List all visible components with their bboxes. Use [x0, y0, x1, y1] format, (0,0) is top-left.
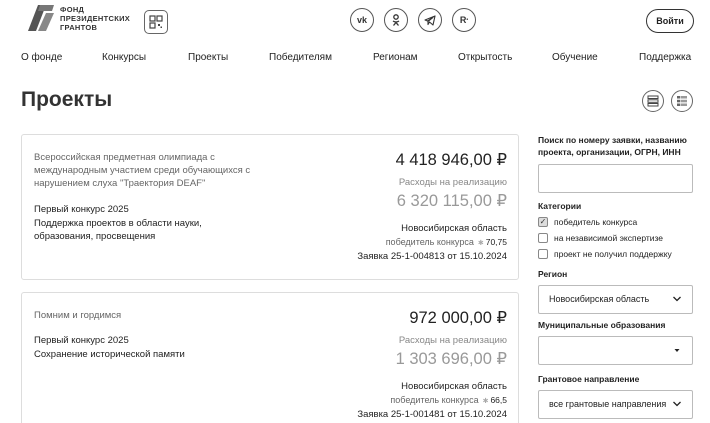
nav-item-winners[interactable]: Победителям: [269, 52, 332, 63]
nav-item-regions[interactable]: Регионам: [373, 52, 418, 63]
qr-code-icon: [149, 15, 163, 29]
qr-code-button[interactable]: [144, 10, 168, 34]
expenses-amount: 6 320 115,00 ₽: [396, 192, 507, 210]
logo-mark-icon: [26, 3, 56, 33]
nav-item-projects[interactable]: Проекты: [188, 52, 228, 63]
search-label: Поиск по номеру заявки, названию проекта…: [538, 135, 687, 157]
project-score: 70,75: [485, 237, 507, 247]
category-label: на независимой экспертизе: [554, 233, 664, 243]
star-icon: ✱: [482, 398, 489, 405]
site-header: ФОНД ПРЕЗИДЕНТСКИХ ГРАНТОВ vk R • Войти: [0, 0, 710, 44]
project-card[interactable]: Всероссийская предметная олимпиада с меж…: [21, 134, 519, 280]
nav-item-openness[interactable]: Открытость: [458, 52, 512, 63]
rutube-icon[interactable]: R •: [452, 8, 476, 32]
category-label: проект не получил поддержку: [554, 249, 672, 259]
grid-view-button[interactable]: [671, 90, 693, 112]
nav-item-about[interactable]: О фонде: [21, 52, 62, 63]
grid-view-icon: [677, 96, 687, 106]
list-view-button[interactable]: [642, 90, 664, 112]
project-direction: Сохранение исторической памяти: [34, 349, 185, 360]
project-status: победитель конкурса ✱ 70,75: [386, 237, 507, 247]
logo-line-1: ФОНД: [60, 4, 85, 14]
status-text: победитель конкурса: [385, 237, 474, 247]
project-grant-amount: 972 000,00 ₽: [409, 309, 507, 327]
checkbox-checked-icon[interactable]: ✓: [538, 217, 548, 227]
project-title[interactable]: Помним и гордимся: [34, 309, 274, 322]
expenses-label: Расходы на реализацию: [398, 177, 507, 188]
logo-line-3: ГРАНТОВ: [60, 22, 98, 32]
project-region: Новосибирская область: [401, 381, 507, 392]
site-logo[interactable]: ФОНД ПРЕЗИДЕНТСКИХ ГРАНТОВ: [26, 3, 140, 33]
chevron-down-icon: [673, 401, 681, 407]
nav-item-learning[interactable]: Обучение: [552, 52, 598, 63]
telegram-icon[interactable]: [418, 8, 442, 32]
odnoklassniki-icon[interactable]: [384, 8, 408, 32]
main-nav: О фонде Конкурсы Проекты Победителям Рег…: [0, 52, 710, 66]
category-expertise[interactable]: на независимой экспертизе: [538, 233, 663, 243]
categories-label: Категории: [538, 201, 582, 211]
vk-icon[interactable]: vk: [350, 8, 374, 32]
category-winner[interactable]: ✓ победитель конкурса: [538, 217, 637, 227]
project-score: 66,5: [490, 395, 507, 405]
region-label: Регион: [538, 269, 568, 279]
list-view-icon: [647, 95, 659, 107]
project-grant-amount: 4 418 946,00 ₽: [395, 151, 507, 169]
application-number: Заявка 25-1-001481 от 15.10.2024: [357, 409, 507, 420]
project-title[interactable]: Всероссийская предметная олимпиада с меж…: [34, 151, 274, 190]
region-select-value: Новосибирская область: [549, 294, 650, 304]
caret-down-icon: [674, 349, 680, 352]
project-status: победитель конкурса ✱ 66,5: [390, 395, 507, 405]
checkbox-icon[interactable]: [538, 249, 548, 259]
status-text: победитель конкурса: [390, 395, 479, 405]
municipal-label: Муниципальные образования: [538, 320, 666, 330]
project-card[interactable]: Помним и гордимся Первый конкурс 2025 Со…: [21, 292, 519, 423]
municipal-select[interactable]: [538, 336, 693, 365]
social-links: vk R •: [350, 8, 476, 32]
project-region: Новосибирская область: [401, 223, 507, 234]
project-contest: Первый конкурс 2025: [34, 335, 129, 346]
region-select[interactable]: Новосибирская область: [538, 285, 693, 314]
search-input[interactable]: [538, 164, 693, 193]
project-direction: Поддержка проектов в области науки, обра…: [34, 218, 202, 242]
page-title: Проекты: [21, 88, 113, 111]
nav-item-contests[interactable]: Конкурсы: [102, 52, 146, 63]
grant-direction-select[interactable]: все грантовые направления: [538, 390, 693, 419]
expenses-amount: 1 303 696,00 ₽: [395, 350, 507, 368]
checkbox-icon[interactable]: [538, 233, 548, 243]
grant-direction-label: Грантовое направление: [538, 374, 640, 384]
project-contest: Первый конкурс 2025: [34, 204, 129, 215]
category-label: победитель конкурса: [554, 217, 638, 227]
logo-line-2: ПРЕЗИДЕНТСКИХ: [60, 13, 131, 23]
expenses-label: Расходы на реализацию: [398, 335, 507, 346]
category-not-supported[interactable]: проект не получил поддержку: [538, 249, 672, 259]
login-button[interactable]: Войти: [646, 9, 694, 33]
nav-item-support[interactable]: Поддержка: [639, 52, 691, 63]
chevron-down-icon: [673, 296, 681, 302]
star-icon: ✱: [477, 240, 484, 247]
application-number: Заявка 25-1-004813 от 15.10.2024: [357, 251, 507, 262]
grant-direction-value: все грантовые направления: [549, 399, 667, 409]
logo-text: ФОНД ПРЕЗИДЕНТСКИХ ГРАНТОВ: [60, 5, 140, 32]
